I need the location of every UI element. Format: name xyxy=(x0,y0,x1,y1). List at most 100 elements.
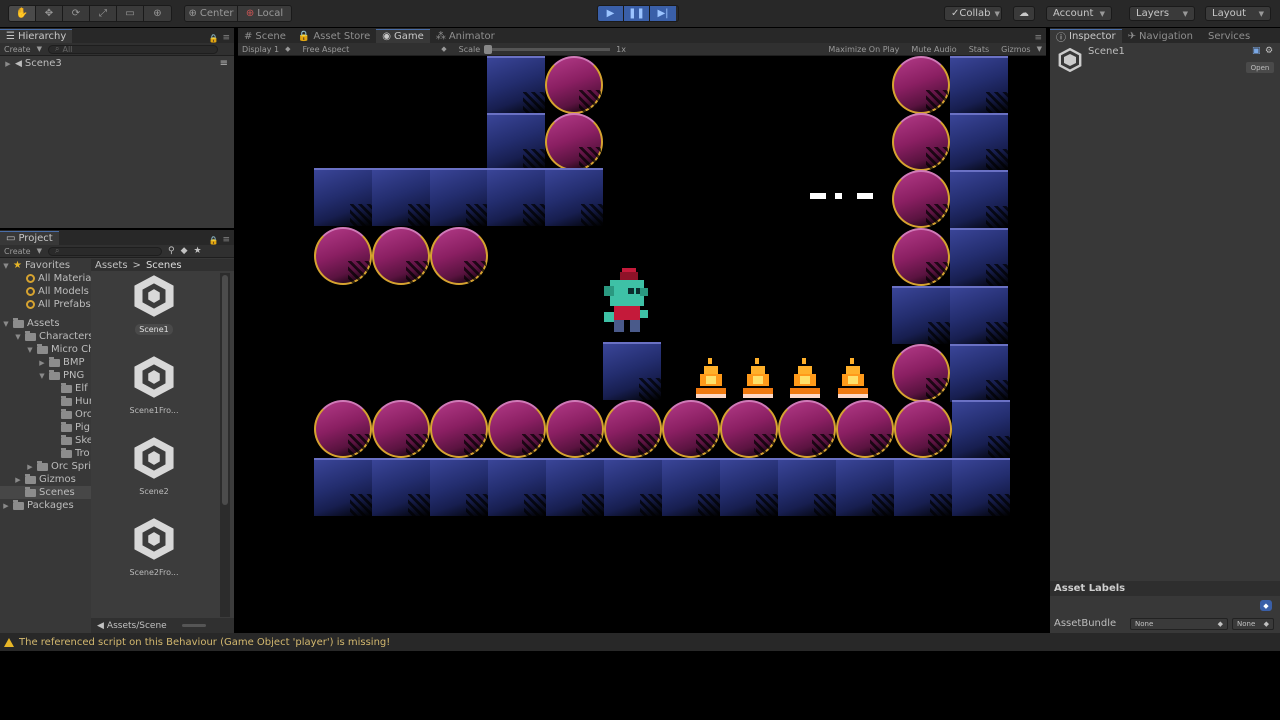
tree-packages[interactable]: ▶ Packages xyxy=(0,499,91,512)
filter-type-icon[interactable]: ⚲ xyxy=(168,246,175,256)
tree-folder-item[interactable]: ▶ Gizmos xyxy=(0,473,91,486)
label-tag-icon[interactable]: ◆ xyxy=(1260,600,1272,611)
hierarchy-search-input[interactable]: ⌕ All xyxy=(47,44,218,54)
scene-asset[interactable]: Scene2Fro... xyxy=(111,516,197,578)
tree-folder-item[interactable]: Ske xyxy=(0,434,91,447)
tree-folder-item[interactable]: ▼ Characters xyxy=(0,330,91,343)
step-button[interactable]: ▶| xyxy=(650,6,676,21)
collab-dropdown[interactable]: ✓ Collab ▼ xyxy=(944,6,1002,21)
maximize-on-play-toggle[interactable]: Maximize On Play xyxy=(828,45,899,54)
pivot-center-button[interactable]: ⊕ Center xyxy=(185,6,239,21)
scrollbar[interactable] xyxy=(220,273,230,617)
display-dropdown[interactable]: Display 1 ◆ xyxy=(242,45,291,54)
scene-asset-label: Scene2 xyxy=(139,487,169,496)
hierarchy-panel: ☰ Hierarchy 🔒 ≡ Create ▼ ⌕ All ▶ ◀ Scene3 ≡ xyxy=(0,28,234,228)
pivot-local-button[interactable]: ⊕ Local xyxy=(238,6,291,21)
favorite-star-icon[interactable]: ★ xyxy=(194,246,202,256)
scene-menu-icon[interactable]: ≡ xyxy=(220,58,228,69)
icon-size-slider[interactable] xyxy=(181,624,206,627)
scale-tool-icon[interactable]: ⤢ xyxy=(90,6,117,21)
tree-folder-item[interactable]: ▼ Micro Ch xyxy=(0,343,91,356)
gizmos-dropdown[interactable]: Gizmos ▼ xyxy=(1001,45,1042,54)
inspector-help-icon[interactable]: ▣ xyxy=(1252,46,1261,56)
collab-label: Collab xyxy=(959,8,991,19)
hand-tool-icon[interactable]: ✋ xyxy=(9,6,36,21)
tab-animator[interactable]: ⁂ Animator xyxy=(430,29,501,43)
play-button[interactable]: ▶ xyxy=(598,6,624,21)
expand-arrow-icon[interactable]: ▼ xyxy=(14,333,22,341)
tree-folder-item[interactable]: ▼ PNG xyxy=(0,369,91,382)
panel-lock-icon[interactable]: 🔒 xyxy=(208,236,218,245)
panel-menu-icon[interactable]: ≡ xyxy=(222,33,230,43)
rect-tool-icon[interactable]: ▭ xyxy=(117,6,144,21)
gear-icon[interactable]: ⚙ xyxy=(1265,46,1273,56)
hierarchy-scene-row[interactable]: ▶ ◀ Scene3 ≡ xyxy=(0,57,234,70)
tab-hierarchy[interactable]: ☰ Hierarchy xyxy=(0,29,73,43)
tree-folder-item[interactable]: Tro xyxy=(0,447,91,460)
game-viewport[interactable] xyxy=(238,56,1046,632)
pause-button[interactable]: ❚❚ xyxy=(624,6,650,21)
tab-scene[interactable]: # Scene xyxy=(238,29,292,43)
layers-dropdown[interactable]: Layers ▼ xyxy=(1129,6,1195,21)
level-tile xyxy=(430,227,488,285)
tab-game[interactable]: ◉ Game xyxy=(376,29,430,43)
breadcrumb-assets[interactable]: Assets xyxy=(95,260,128,271)
move-tool-icon[interactable]: ✥ xyxy=(36,6,63,21)
scale-slider[interactable] xyxy=(484,44,611,54)
panel-menu-icon[interactable]: ≡ xyxy=(222,235,230,245)
stats-toggle[interactable]: Stats xyxy=(969,45,989,54)
project-create-button[interactable]: Create ▼ xyxy=(4,247,42,256)
favorite-item[interactable]: All Material xyxy=(0,272,91,285)
panel-lock-icon[interactable]: 🔒 xyxy=(208,34,218,43)
tree-assets[interactable]: ▼ Assets xyxy=(0,317,91,330)
expand-arrow-icon[interactable]: ▼ xyxy=(26,346,34,354)
open-button[interactable]: Open xyxy=(1246,62,1274,73)
tab-navigation[interactable]: ✈ Navigation xyxy=(1122,29,1199,43)
asset-variant-dropdown[interactable]: None ◆ xyxy=(1232,618,1274,630)
tree-folder-item[interactable]: ▶ BMP xyxy=(0,356,91,369)
expand-arrow-icon[interactable]: ▼ xyxy=(2,320,10,328)
favorite-item[interactable]: All Prefabs xyxy=(0,298,91,311)
scale-slider-thumb[interactable] xyxy=(484,44,493,54)
expand-arrow-icon[interactable]: ▶ xyxy=(2,502,10,510)
tree-folder-item[interactable]: Hur xyxy=(0,395,91,408)
hierarchy-create-button[interactable]: Create ▼ xyxy=(4,45,42,54)
filter-label-icon[interactable]: ◆ xyxy=(181,246,188,256)
aspect-dropdown[interactable]: Free Aspect ◆ xyxy=(303,45,447,54)
tree-folder-item[interactable]: Pig xyxy=(0,421,91,434)
expand-arrow-icon[interactable]: ▶ xyxy=(26,463,34,471)
breadcrumb-scenes[interactable]: Scenes xyxy=(146,260,182,271)
scene-asset[interactable]: Scene2 xyxy=(111,435,197,497)
expand-arrow-icon[interactable]: ▼ xyxy=(2,262,10,270)
folder-icon xyxy=(25,330,36,341)
tree-favorites[interactable]: ▼ ★ Favorites xyxy=(0,259,91,272)
scene-asset[interactable]: Scene1Fro... xyxy=(111,354,197,416)
tab-inspector[interactable]: ⓘ Inspector xyxy=(1050,29,1122,44)
tree-folder-item[interactable]: ▶ Orc Spri xyxy=(0,460,91,473)
panel-menu-icon[interactable]: ≡ xyxy=(1034,33,1042,43)
asset-bundle-dropdown[interactable]: None ◆ xyxy=(1130,618,1228,630)
tab-asset-store[interactable]: 🔒 Asset Store xyxy=(292,29,376,43)
game-panel-header: # Scene 🔒 Asset Store ◉ Game ⁂ Animator ≡ Di… xyxy=(238,28,1046,56)
favorite-item[interactable]: All Models xyxy=(0,285,91,298)
project-search-input[interactable]: ⌕ xyxy=(47,246,162,256)
tree-folder-label: Micro Ch xyxy=(51,344,91,355)
tab-project[interactable]: ▭ Project xyxy=(0,231,59,245)
console-status-bar[interactable]: The referenced script on this Behaviour … xyxy=(0,633,1280,651)
mute-audio-toggle[interactable]: Mute Audio xyxy=(911,45,956,54)
tree-folder-item[interactable]: Elf xyxy=(0,382,91,395)
tree-folder-item[interactable]: Orc xyxy=(0,408,91,421)
expand-arrow-icon[interactable]: ▶ xyxy=(38,359,46,367)
tab-services[interactable]: Services xyxy=(1199,29,1256,43)
transform-tool-icon[interactable]: ⊕ xyxy=(144,6,171,21)
scrollbar-thumb[interactable] xyxy=(222,275,228,505)
account-dropdown[interactable]: Account ▼ xyxy=(1046,6,1112,21)
expand-arrow-icon[interactable]: ▼ xyxy=(38,372,46,380)
scene-asset[interactable]: Scene1 xyxy=(111,273,197,335)
expand-arrow-icon[interactable]: ▶ xyxy=(4,60,12,68)
cloud-button[interactable]: ☁ xyxy=(1013,6,1035,21)
expand-arrow-icon[interactable]: ▶ xyxy=(14,476,22,484)
rotate-tool-icon[interactable]: ⟳ xyxy=(63,6,90,21)
tree-folder-item[interactable]: Scenes xyxy=(0,486,91,499)
layout-dropdown[interactable]: Layout ▼ xyxy=(1205,6,1271,21)
